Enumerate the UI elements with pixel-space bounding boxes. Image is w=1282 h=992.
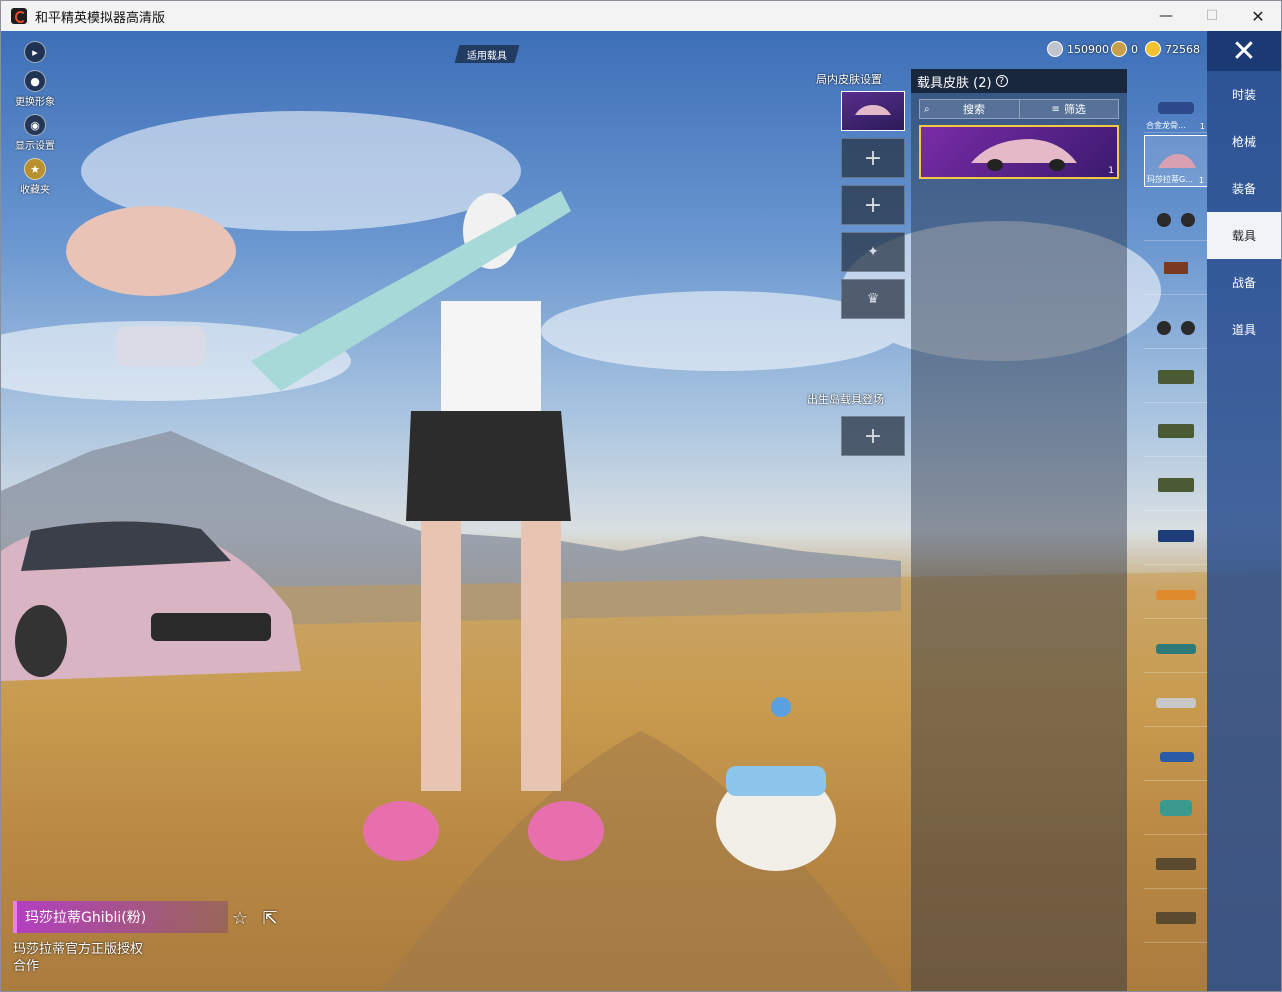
vehicle-item-pickup-2[interactable] [1144,891,1208,943]
vehicle-item-horse[interactable] [1144,243,1208,295]
favorites-tool[interactable]: ★ 收藏夹 [9,158,61,196]
silver-coin-icon [1047,41,1063,57]
applicable-vehicle-tag[interactable]: 适用载具 [454,45,520,63]
category-vehicles[interactable]: 载具 [1207,212,1281,259]
vehicle-skin-title: 载具皮肤 (2) ? [911,69,1127,93]
birth-island-vehicle-slot[interactable]: + [841,416,905,456]
sparkle-icon: ✦ [867,244,879,260]
vehicle-thumb-icon [1158,101,1194,114]
game-viewport: ▸ ● 更换形象 ◉ 显示设置 ★ 收藏夹 适用载具 150900 0 7256… [1,31,1281,991]
left-toolbar: ▸ ● 更换形象 ◉ 显示设置 ★ 收藏夹 [9,41,61,202]
silver-currency: 150900 [1047,41,1109,57]
ingame-skin-settings-header[interactable]: 局内皮肤设置 [816,71,882,87]
change-appearance-tool[interactable]: ● 更换形象 [9,70,61,108]
ingame-skin-slot-5[interactable]: ♛ [841,279,905,319]
expand-tool[interactable]: ▸ [9,41,61,64]
selected-item-name: 玛莎拉蒂Ghibli(粉) [13,901,228,933]
gold-currency: 72568 [1145,41,1200,57]
car-icon [1156,589,1196,600]
emulator-window: 和平精英模拟器高清版 — ☐ ✕ ▸ ● 更换形象 ◉ 显示设置 ★ 收藏夹 适… [0,0,1282,992]
vehicle-list: 合金龙骨... 1 玛莎拉蒂G... 1 [1144,81,1208,945]
license-text: 玛莎拉蒂官方正版授权合作 [13,942,144,974]
vehicle-item-pickup-1[interactable] [1144,837,1208,889]
title-bar: 和平精英模拟器高清版 — ☐ ✕ [1,1,1281,31]
vehicle-item-motorcycle-2[interactable] [1144,297,1208,349]
vehicle-item-jeep-3[interactable] [1144,459,1208,511]
maximize-button[interactable]: ☐ [1189,1,1235,31]
search-button[interactable]: ⌕ 搜索 [920,100,1019,118]
close-window-button[interactable]: ✕ [1235,1,1281,31]
close-panel-button[interactable]: ✕ [1207,31,1281,71]
motorcycle-icon [1157,320,1195,335]
vehicle-item-muscle-car[interactable] [1144,567,1208,619]
person-icon[interactable]: ● [24,70,46,92]
display-settings-tool[interactable]: ◉ 显示设置 [9,114,61,152]
vehicle-item-maserati[interactable]: 玛莎拉蒂G... 1 [1144,135,1208,187]
skin-card-pink-maserati[interactable]: 1 [919,125,1119,179]
ingame-skin-slot-4[interactable]: ✦ [841,232,905,272]
vehicle-item-van[interactable] [1144,783,1208,835]
pink-car-thumb-icon [855,105,891,115]
change-appearance-label: 更换形象 [15,97,55,108]
category-equipment[interactable]: 装备 [1207,165,1281,212]
vehicle-item-jeep-1[interactable] [1144,351,1208,403]
bronze-currency: 0 [1111,41,1138,57]
birth-island-vehicle-header[interactable]: 出生岛载具登场 [807,391,884,407]
category-fashion[interactable]: 时装 [1207,71,1281,118]
car-icon [1160,751,1194,762]
car-icon [1156,643,1196,654]
ingame-skin-slot-2[interactable]: + [841,138,905,178]
van-icon [1160,799,1192,816]
window-title: 和平精英模拟器高清版 [35,10,166,26]
vehicle-item-sedan[interactable] [1144,675,1208,727]
vehicle-item-motorcycle[interactable] [1144,189,1208,241]
share-icon[interactable]: ⇱ [259,907,281,929]
vehicle-item-jeep-2[interactable] [1144,405,1208,457]
bronze-coin-icon [1111,41,1127,57]
crown-icon: ♛ [866,291,880,307]
favorites-label: 收藏夹 [20,185,50,196]
category-items[interactable]: 道具 [1207,306,1281,353]
vehicle-item-alloy-dragon[interactable]: 合金龙骨... 1 [1144,81,1208,133]
vehicle-thumb-icon [1158,154,1196,168]
ingame-skin-slot-1[interactable] [841,91,905,131]
jeep-icon [1158,423,1194,438]
category-readiness[interactable]: 战备 [1207,259,1281,306]
help-icon[interactable]: ? [995,75,1008,87]
search-filter-row: ⌕ 搜索 ≡ 筛选 [919,99,1119,119]
category-guns[interactable]: 枪械 [1207,118,1281,165]
item-actions: ☆ ⇱ [229,907,281,929]
vehicle-item-monster-truck[interactable] [1144,513,1208,565]
vehicle-item-sports-car[interactable] [1144,621,1208,673]
pink-car-card-icon [971,139,1077,171]
jeep-icon [1158,369,1194,384]
app-logo-icon [11,8,27,24]
minimize-button[interactable]: — [1143,1,1189,31]
pickup-icon [1156,911,1196,924]
ingame-skin-slot-3[interactable]: + [841,185,905,225]
motorcycle-icon [1157,212,1195,227]
horse-icon [1164,261,1188,274]
category-nav: 时装 枪械 装备 载具 战备 道具 [1207,71,1281,991]
vehicle-skin-panel: 载具皮肤 (2) ? ⌕ 搜索 ≡ 筛选 1 [911,69,1127,991]
jeep-icon [1158,477,1194,492]
eye-icon[interactable]: ◉ [24,114,46,136]
search-icon: ⌕ [924,103,930,115]
play-arrow-icon[interactable]: ▸ [24,41,46,63]
vehicle-item-compact[interactable] [1144,729,1208,781]
car-icon [1156,697,1196,708]
skin-card-count: 1 [1108,166,1114,176]
favorite-star-icon[interactable]: ☆ [229,907,251,929]
display-settings-label: 显示设置 [15,141,55,152]
gold-coin-icon [1145,41,1161,57]
collection-badge-icon[interactable]: ★ [24,158,46,180]
filter-button[interactable]: ≡ 筛选 [1018,100,1119,118]
pickup-icon [1156,857,1196,870]
monster-truck-icon [1158,529,1194,542]
filter-icon: ≡ [1051,103,1060,115]
